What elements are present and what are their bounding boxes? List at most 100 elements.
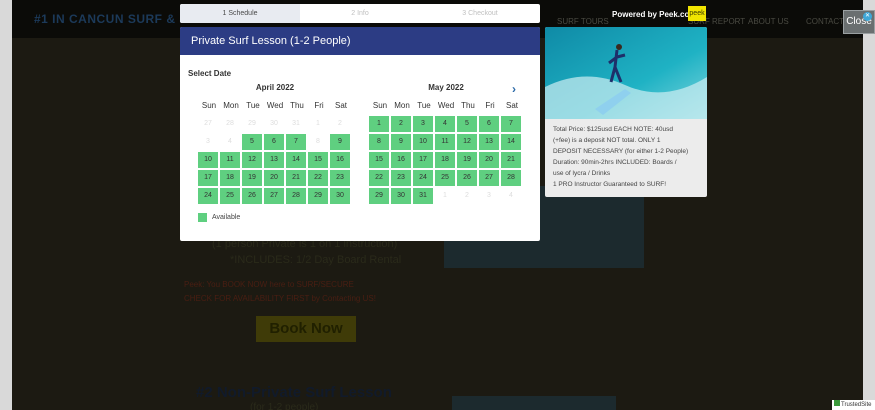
dow-mon: Mon [394,101,410,110]
dow-thu: Thu [461,101,475,110]
calendar-day[interactable]: 10 [198,152,218,168]
legend: Available [198,213,240,222]
calendar-day[interactable]: 1 [369,116,389,132]
description-line: Total Price: $125usd EACH NOTE: 40usd [553,126,673,133]
calendar-day[interactable]: 5 [242,134,262,150]
site-nav-about[interactable]: ABOUT US [748,17,789,26]
site-image-2 [452,396,616,410]
close-button[interactable]: Close ✕ [843,10,875,34]
booking-steps: 1 Schedule 2 Info 3 Checkout [180,4,540,23]
calendar-day[interactable]: 16 [330,152,350,168]
calendar-day[interactable]: 6 [264,134,284,150]
calendar-day[interactable]: 10 [413,134,433,150]
dow-fri: Fri [314,101,324,110]
calendar-day[interactable]: 19 [242,170,262,186]
dow-fri: Fri [485,101,495,110]
calendar-day[interactable]: 12 [242,152,262,168]
description-line: (+fee) is a deposit NOT total. ONLY 1 [553,137,661,144]
calendar-day: 4 [228,138,232,145]
calendar-day: 30 [270,120,278,127]
calendar-day[interactable]: 15 [369,152,389,168]
calendar-day[interactable]: 23 [391,170,411,186]
calendar-day[interactable]: 27 [479,170,499,186]
calendar-day[interactable]: 17 [413,152,433,168]
dow-sun: Sun [372,101,388,110]
day-of-week-row: Sun Mon Tue Wed Thu Fri Sat [198,101,352,110]
trusted-site-badge[interactable]: TrustedSite [832,400,875,410]
calendar-day[interactable]: 26 [242,188,262,204]
calendar-month-may: May 2022 Sun Mon Tue Wed Thu Fri Sat 123… [369,83,523,204]
calendar-day[interactable]: 21 [286,170,306,186]
site-heading-2: #2 Non-Private Surf Lesson [196,384,392,401]
calendar-day[interactable]: 30 [391,188,411,204]
dow-thu: Thu [290,101,304,110]
site-text-line2: *INCLUDES: 1/2 Day Board Rental [230,254,402,266]
calendar-day[interactable]: 24 [198,188,218,204]
day-of-week-row: Sun Mon Tue Wed Thu Fri Sat [369,101,523,110]
calendar-day[interactable]: 18 [220,170,240,186]
calendar-day[interactable]: 7 [501,116,521,132]
calendar-day[interactable]: 19 [457,152,477,168]
calendar-day[interactable]: 9 [391,134,411,150]
calendar-day[interactable]: 12 [457,134,477,150]
calendar-day: 8 [316,138,320,145]
calendar-day[interactable]: 25 [435,170,455,186]
calendar-day: 28 [226,120,234,127]
site-nav-tours[interactable]: SURF TOURS [557,17,609,26]
calendar-day[interactable]: 11 [220,152,240,168]
calendar-day[interactable]: 20 [479,152,499,168]
calendar-day: 31 [292,120,300,127]
calendar-day[interactable]: 13 [264,152,284,168]
calendar-day[interactable]: 25 [220,188,240,204]
calendar-day[interactable]: 17 [198,170,218,186]
calendar-day[interactable]: 30 [330,188,350,204]
dow-sat: Sat [334,101,347,110]
calendar-day[interactable]: 14 [501,134,521,150]
calendar-day[interactable]: 31 [413,188,433,204]
calendar-day[interactable]: 28 [286,188,306,204]
product-card: Total Price: $125usd EACH NOTE: 40usd (+… [545,27,707,197]
calendar-day[interactable]: 27 [264,188,284,204]
calendar-day: 1 [443,192,447,199]
description-line: use of lycra / Drinks [553,170,611,177]
dow-wed: Wed [437,101,455,110]
step-checkout: 3 Checkout [462,10,498,17]
calendar-day[interactable]: 16 [391,152,411,168]
calendar-day[interactable]: 29 [308,188,328,204]
calendar-day[interactable]: 11 [435,134,455,150]
calendar-day[interactable]: 9 [330,134,350,150]
calendar-day[interactable]: 26 [457,170,477,186]
calendar-day[interactable]: 15 [308,152,328,168]
site-nav-contact[interactable]: CONTACT [806,17,844,26]
step-schedule[interactable]: 1 Schedule [180,4,300,23]
calendar-day[interactable]: 28 [501,170,521,186]
calendar-day[interactable]: 3 [413,116,433,132]
calendar-day[interactable]: 18 [435,152,455,168]
calendar-day[interactable]: 21 [501,152,521,168]
next-month-icon[interactable]: › [512,82,516,96]
dow-sat: Sat [505,101,518,110]
calendar-day[interactable]: 23 [330,170,350,186]
calendar-day[interactable]: 8 [369,134,389,150]
available-swatch [198,213,207,222]
calendar-day[interactable]: 4 [435,116,455,132]
calendar-day[interactable]: 13 [479,134,499,150]
calendar-day[interactable]: 7 [286,134,306,150]
calendar-day[interactable]: 20 [264,170,284,186]
calendar-day[interactable]: 22 [308,170,328,186]
product-description: Total Price: $125usd EACH NOTE: 40usd (+… [545,119,707,195]
calendar-day[interactable]: 22 [369,170,389,186]
calendar-day[interactable]: 6 [479,116,499,132]
surfer-photo [545,27,707,119]
calendar-day[interactable]: 2 [391,116,411,132]
calendar-day[interactable]: 24 [413,170,433,186]
calendar-day[interactable]: 5 [457,116,477,132]
calendar-day: 2 [465,192,469,199]
dow-tue: Tue [417,101,431,110]
dow-tue: Tue [246,101,260,110]
calendar-day[interactable]: 29 [369,188,389,204]
calendar-day[interactable]: 14 [286,152,306,168]
calendar-day: 27 [204,120,212,127]
dow-wed: Wed [266,101,284,110]
site-book-now-button[interactable]: Book Now [256,316,356,342]
